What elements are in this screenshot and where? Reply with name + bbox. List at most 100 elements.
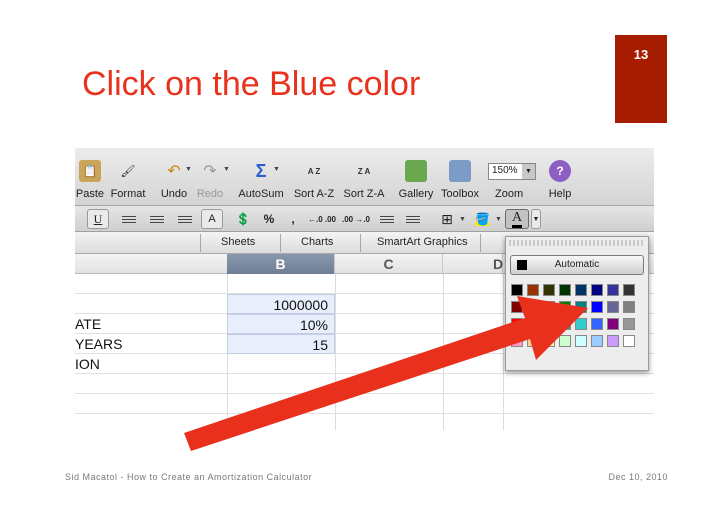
redo-dropdown-icon[interactable]: ▼: [223, 166, 230, 173]
cell-value[interactable]: 10%: [227, 314, 335, 334]
autosum-button[interactable]: Σ AutoSum: [235, 150, 287, 204]
color-swatch[interactable]: [575, 301, 587, 313]
zoom-dropdown-icon[interactable]: ▼: [522, 164, 535, 179]
sort-za-button[interactable]: Z A Sort Z-A: [339, 150, 389, 204]
tab-sheets[interactable]: Sheets: [221, 236, 255, 248]
format-label: Format: [110, 188, 146, 200]
format-button[interactable]: 🖌 Format: [107, 150, 149, 204]
underline-button[interactable]: U: [87, 209, 109, 229]
row-label[interactable]: YEARS: [75, 336, 122, 352]
color-swatch[interactable]: [591, 284, 603, 296]
currency-icon: 💲: [235, 212, 251, 226]
color-swatch[interactable]: [607, 335, 619, 347]
increase-indent-icon: [406, 215, 420, 223]
toolbox-button[interactable]: Toolbox: [437, 150, 483, 204]
decrease-indent-button[interactable]: [377, 209, 397, 229]
automatic-color-button[interactable]: Automatic: [510, 255, 644, 275]
paste-button[interactable]: 📋 Paste: [75, 150, 105, 204]
color-swatch[interactable]: [511, 284, 523, 296]
color-swatch[interactable]: [607, 284, 619, 296]
row-label[interactable]: ION: [75, 356, 100, 372]
color-swatch[interactable]: [543, 284, 555, 296]
color-swatch-blue[interactable]: [591, 301, 603, 313]
color-swatch[interactable]: [575, 318, 587, 330]
increase-decimal-button[interactable]: ←.0 .00: [307, 209, 337, 229]
slide-title: Click on the Blue color: [82, 65, 421, 103]
automatic-swatch: [517, 260, 527, 270]
column-header-b[interactable]: B: [227, 254, 335, 274]
cell-value[interactable]: 1000000: [227, 294, 335, 314]
color-swatch[interactable]: [575, 284, 587, 296]
color-swatch[interactable]: [511, 318, 523, 330]
redo-button[interactable]: ↷ Redo: [195, 150, 225, 204]
toolbox-icon: [449, 160, 471, 182]
color-swatch[interactable]: [543, 335, 555, 347]
color-swatch[interactable]: [559, 284, 571, 296]
borders-button[interactable]: ⊞: [437, 209, 457, 229]
tab-charts[interactable]: Charts: [301, 236, 333, 248]
decrease-indent-icon: [380, 215, 394, 223]
color-swatch[interactable]: [527, 284, 539, 296]
font-color-icon: A: [511, 210, 523, 228]
automatic-label: Automatic: [554, 259, 600, 270]
autosum-dropdown-icon[interactable]: ▼: [273, 166, 280, 173]
sort-az-icon: A Z: [307, 166, 321, 176]
paste-label: Paste: [75, 188, 105, 200]
column-header-d[interactable]: D: [443, 254, 503, 274]
borders-dropdown-icon[interactable]: ▼: [459, 216, 466, 223]
color-swatch[interactable]: [591, 318, 603, 330]
color-swatch[interactable]: [543, 301, 555, 313]
cell-value[interactable]: 15: [227, 334, 335, 354]
tab-smartart-graphics[interactable]: SmartArt Graphics: [377, 236, 467, 248]
borders-icon: ⊞: [441, 210, 453, 227]
color-swatch[interactable]: [527, 335, 539, 347]
font-color-dropdown-icon[interactable]: ▼: [531, 209, 541, 229]
align-left-button[interactable]: [119, 209, 139, 229]
table-row: [75, 394, 654, 414]
gallery-button[interactable]: Gallery: [395, 150, 437, 204]
palette-drag-handle[interactable]: [509, 240, 645, 246]
color-swatch[interactable]: [543, 318, 555, 330]
decrease-decimal-button[interactable]: .00 →.0: [341, 209, 371, 229]
color-swatch[interactable]: [527, 301, 539, 313]
color-swatch[interactable]: [575, 335, 587, 347]
color-swatch[interactable]: [511, 301, 523, 313]
increase-indent-button[interactable]: [403, 209, 423, 229]
undo-dropdown-icon[interactable]: ▼: [185, 166, 192, 173]
font-color-palette: Automatic: [505, 236, 649, 371]
color-swatch[interactable]: [591, 335, 603, 347]
font-size-button[interactable]: A: [201, 209, 223, 229]
paintbrush-icon: 🖌: [120, 164, 136, 178]
percent-button[interactable]: %: [259, 209, 279, 229]
color-swatch[interactable]: [623, 284, 635, 296]
table-row: [75, 414, 654, 430]
color-swatch[interactable]: [511, 335, 523, 347]
row-label[interactable]: ATE: [75, 316, 101, 332]
fill-color-button[interactable]: 🪣: [471, 209, 493, 229]
help-button[interactable]: ? Help: [545, 150, 575, 204]
currency-button[interactable]: 💲: [233, 209, 253, 229]
zoom-value: 150%: [492, 165, 518, 176]
color-swatch[interactable]: [559, 301, 571, 313]
color-swatch[interactable]: [559, 335, 571, 347]
formatting-toolbar: U A 💲 % , ←.0 .00 .00 →.0 ⊞ ▼ 🪣 ▼ A ▼: [75, 206, 654, 232]
color-swatch[interactable]: [623, 318, 635, 330]
color-swatch[interactable]: [607, 318, 619, 330]
color-swatch[interactable]: [607, 301, 619, 313]
comma-button[interactable]: ,: [285, 209, 301, 229]
color-swatch[interactable]: [623, 335, 635, 347]
color-swatch[interactable]: [559, 318, 571, 330]
align-center-button[interactable]: [147, 209, 167, 229]
color-swatch-grid: [511, 284, 647, 347]
color-swatch[interactable]: [527, 318, 539, 330]
undo-button[interactable]: ↶ Undo: [155, 150, 193, 204]
color-swatch[interactable]: [623, 301, 635, 313]
align-right-button[interactable]: [175, 209, 195, 229]
clipboard-icon: 📋: [79, 160, 101, 182]
zoom-select[interactable]: 150% ▼: [488, 163, 536, 180]
font-color-button[interactable]: A: [505, 209, 529, 229]
sort-az-button[interactable]: A Z Sort A-Z: [289, 150, 339, 204]
paint-bucket-icon: 🪣: [475, 212, 490, 226]
fill-color-dropdown-icon[interactable]: ▼: [495, 216, 502, 223]
column-header-c[interactable]: C: [335, 254, 443, 274]
